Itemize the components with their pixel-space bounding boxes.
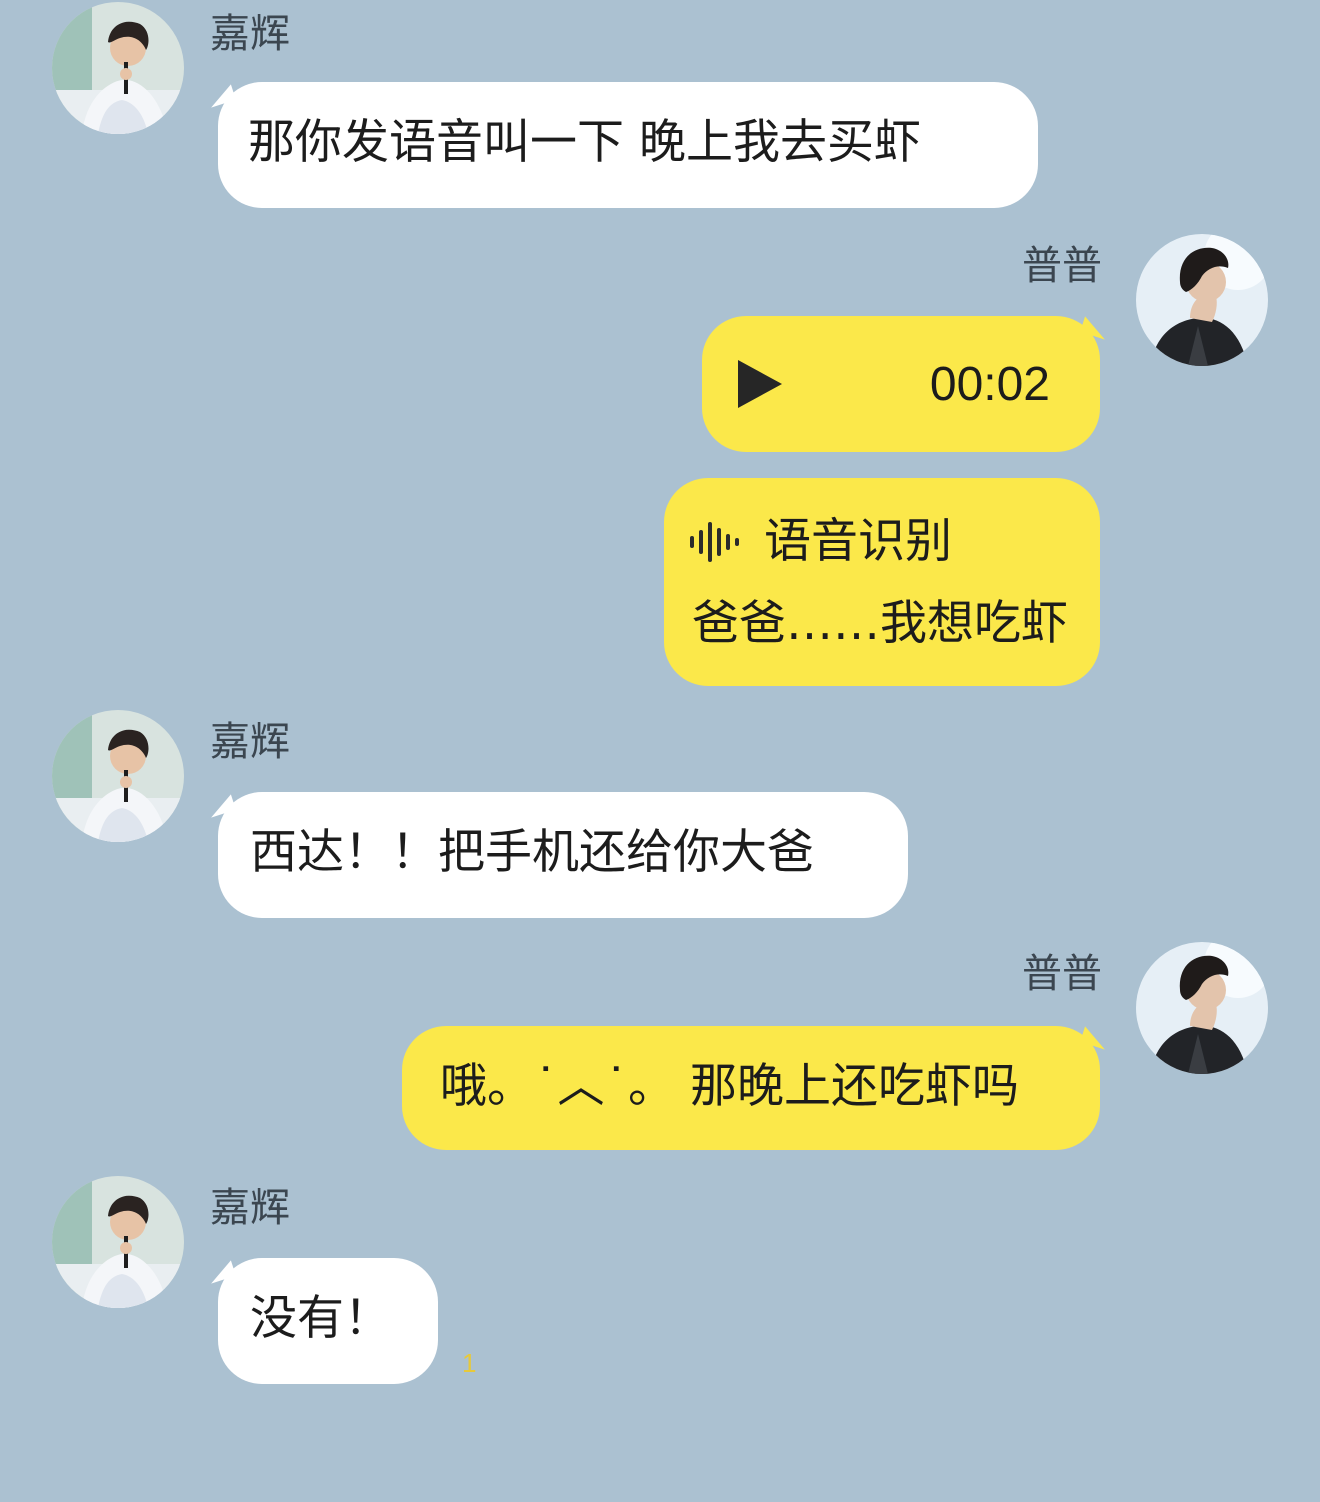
- message-bubble-5[interactable]: 哦。˙︿˙。 那晚上还吃虾吗: [402, 1026, 1100, 1150]
- avatar-pupu[interactable]: [1136, 234, 1268, 366]
- unread-count-badge: 1: [462, 1348, 477, 1378]
- avatar-jiahui[interactable]: [52, 710, 184, 842]
- voice-transcript-title: 语音识别: [764, 514, 952, 569]
- avatar-jiahui[interactable]: [52, 2, 184, 134]
- voice-message-bubble[interactable]: 00:02: [702, 316, 1100, 452]
- voice-duration: 00:02: [929, 358, 1050, 411]
- message-text-6: 没有！: [250, 1291, 391, 1346]
- play-icon[interactable]: [738, 360, 782, 408]
- sender-name-jiahui: 嘉辉: [210, 11, 290, 57]
- avatar-pupu[interactable]: [1136, 942, 1268, 1074]
- avatar-jiahui[interactable]: [52, 1176, 184, 1308]
- message-text-4: 西达！！把手机还给你大爸: [250, 825, 814, 880]
- message-bubble-1[interactable]: 那你发语音叫一下 晚上我去买虾: [218, 82, 1038, 208]
- message-text-5: 哦。˙︿˙。 那晚上还吃虾吗: [440, 1059, 1019, 1114]
- waveform-icon: [690, 520, 740, 564]
- voice-transcript-bubble[interactable]: 语音识别 爸爸……我想吃虾: [664, 478, 1100, 686]
- sender-name-pupu: 普普: [1022, 243, 1102, 289]
- voice-transcript-text: 爸爸……我想吃虾: [692, 596, 1068, 651]
- message-text-1: 那你发语音叫一下 晚上我去买虾: [248, 115, 921, 170]
- message-bubble-6[interactable]: 没有！: [218, 1258, 438, 1384]
- sender-name-jiahui: 嘉辉: [210, 719, 290, 765]
- message-bubble-4[interactable]: 西达！！把手机还给你大爸: [218, 792, 908, 918]
- sender-name-pupu: 普普: [1022, 951, 1102, 997]
- sender-name-jiahui: 嘉辉: [210, 1185, 290, 1231]
